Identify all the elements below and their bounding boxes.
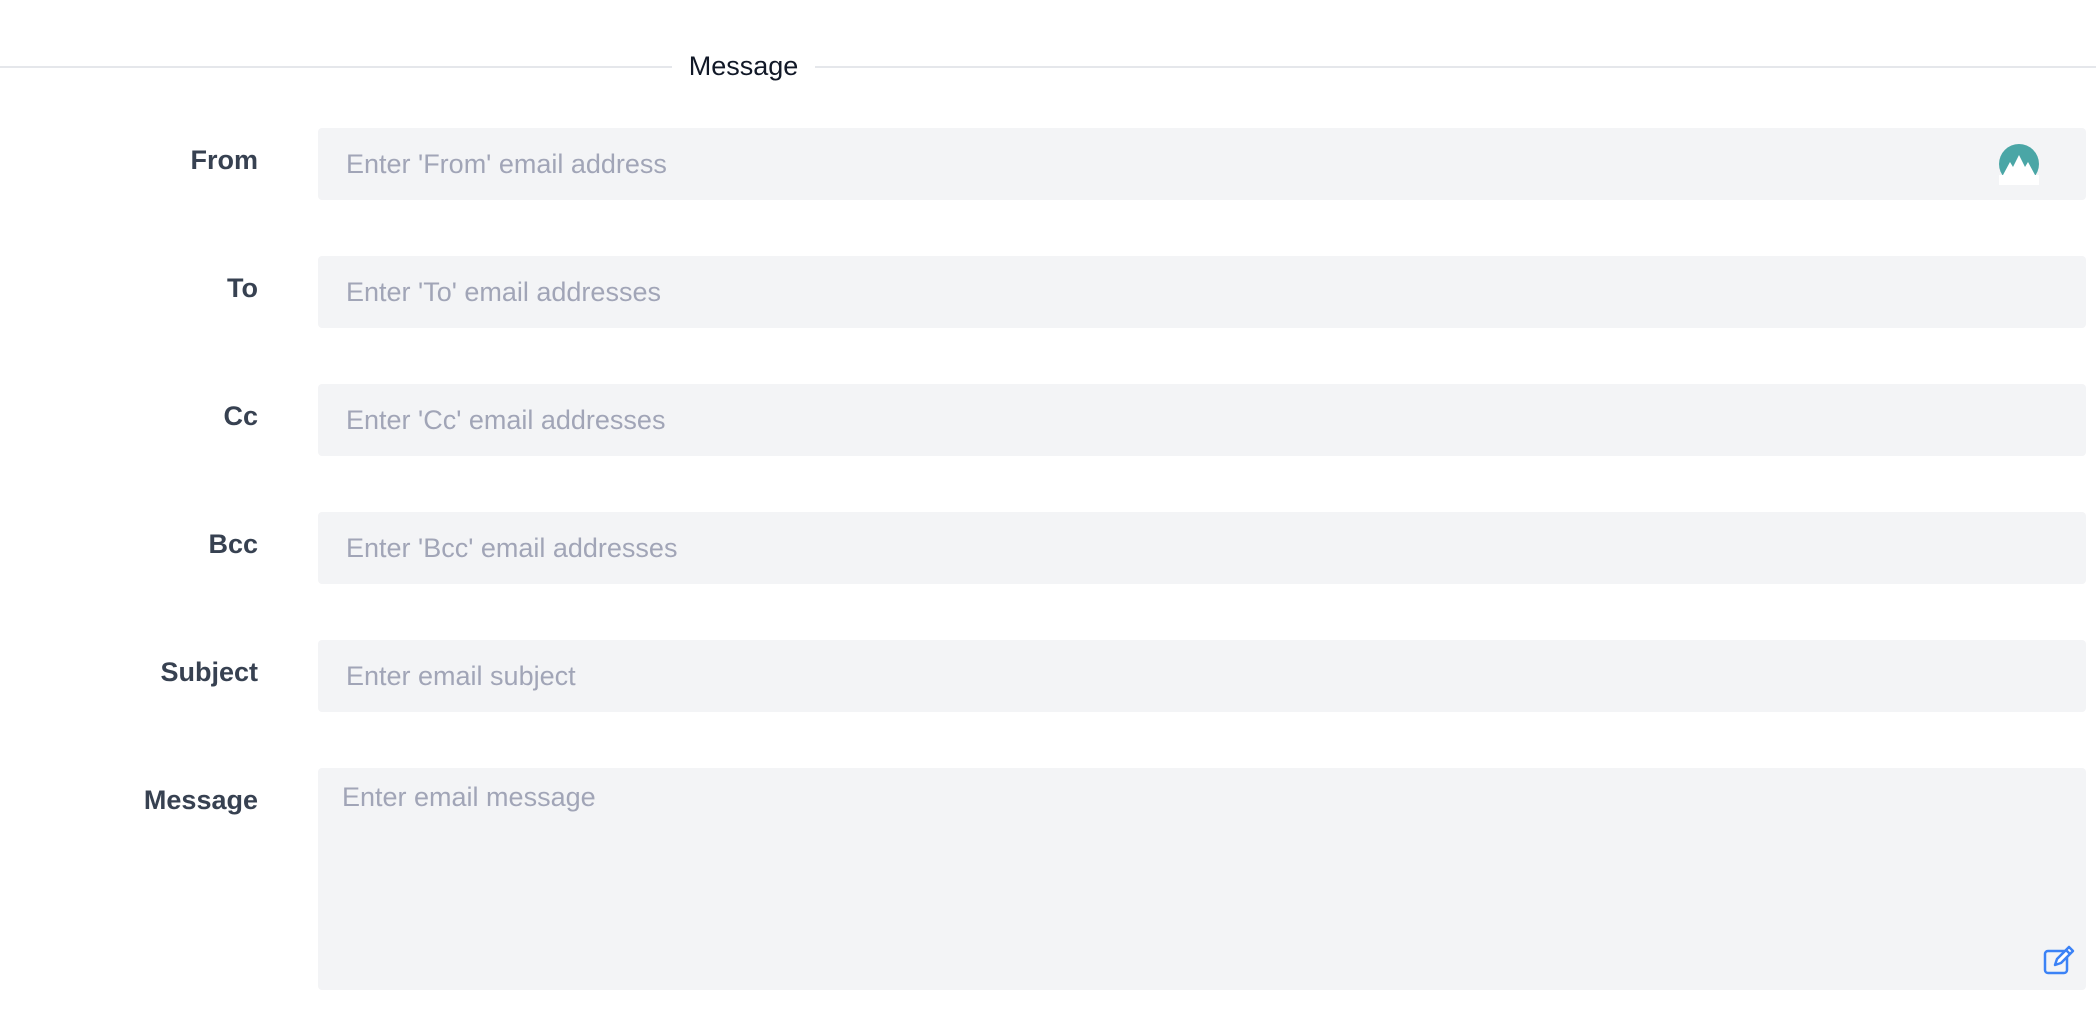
message-label: Message: [143, 785, 258, 815]
subject-label: Subject: [160, 657, 258, 687]
cc-label: Cc: [223, 401, 258, 431]
section-divider-left: [0, 66, 672, 68]
bcc-label: Bcc: [208, 529, 258, 559]
subject-row: Subject: [0, 640, 2096, 712]
message-textarea[interactable]: [318, 768, 2086, 990]
to-email-input[interactable]: [318, 256, 2086, 328]
cc-row: Cc: [0, 384, 2096, 456]
mountain-avatar-icon[interactable]: [1998, 143, 2040, 185]
section-header: Message: [0, 44, 2096, 88]
edit-icon[interactable]: [2042, 944, 2076, 978]
to-label: To: [227, 273, 258, 303]
cc-email-input[interactable]: [318, 384, 2086, 456]
from-label: From: [190, 145, 259, 175]
from-email-input[interactable]: [318, 128, 2086, 200]
bcc-email-input[interactable]: [318, 512, 2086, 584]
bcc-row: Bcc: [0, 512, 2096, 584]
section-divider-right: [815, 66, 2096, 68]
section-title: Message: [688, 51, 799, 81]
to-row: To: [0, 256, 2096, 328]
message-row: Message: [0, 768, 2096, 990]
from-row: From: [0, 128, 2096, 200]
subject-input[interactable]: [318, 640, 2086, 712]
